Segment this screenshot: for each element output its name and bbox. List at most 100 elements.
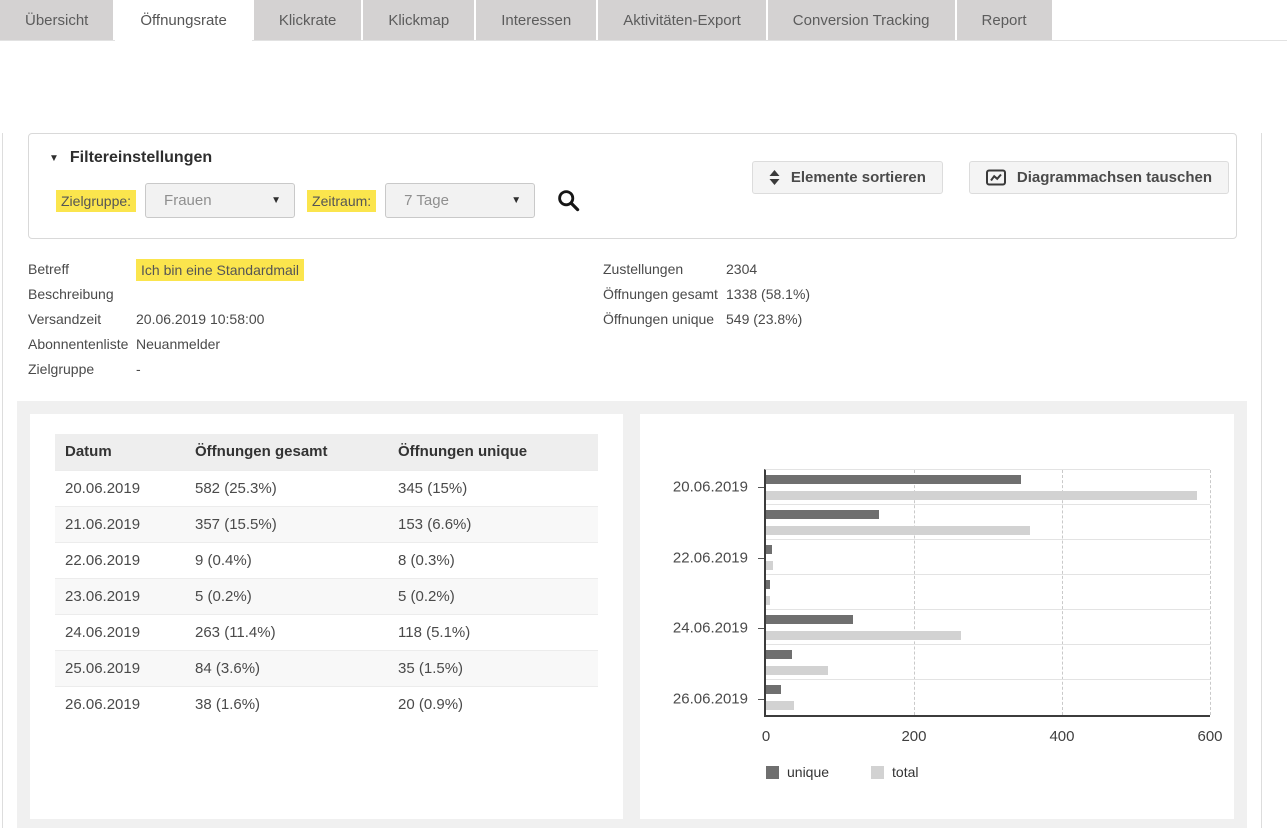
tab-bar: Übersicht Öffnungsrate Klickrate Klickma… (0, 0, 1287, 40)
bar-total (766, 701, 794, 710)
bar-total (766, 631, 961, 640)
y-axis-label: 26.06.2019 (673, 691, 748, 708)
versandzeit-value: 20.06.2019 10:58:00 (136, 307, 264, 332)
search-button[interactable] (557, 189, 580, 212)
unique-swatch-icon (766, 766, 779, 779)
col-datum: Datum (55, 434, 185, 470)
col-oeffnungen-unique: Öffnungen unique (388, 434, 598, 470)
legend-item-unique: unique (766, 764, 829, 780)
search-icon (557, 189, 580, 212)
bar-unique (766, 615, 853, 624)
chevron-down-icon: ▼ (271, 195, 281, 206)
chevron-down-icon: ▼ (511, 195, 521, 206)
bar-group (766, 610, 1210, 645)
zeitraum-select[interactable]: 7 Tage ▼ (385, 183, 535, 218)
y-axis-label: 22.06.2019 (673, 549, 748, 566)
abonnentenliste-value: Neuanmelder (136, 332, 220, 357)
bar-total (766, 596, 770, 605)
legend-unique-label: unique (787, 764, 829, 780)
openings-chart-panel: 20.06.2019 22.06.2019 24.06.2019 26.06.2019… (640, 414, 1234, 819)
bar-group (766, 680, 1210, 715)
bar-group (766, 505, 1210, 540)
collapse-caret-icon: ▼ (49, 153, 59, 164)
zeitraum-filter-label: Zeitraum: (307, 190, 376, 212)
bar-unique (766, 545, 772, 554)
y-axis-label: 24.06.2019 (673, 620, 748, 637)
zielgruppe-detail-label: Zielgruppe (28, 357, 136, 382)
bar-unique (766, 580, 770, 589)
tab-interessen[interactable]: Interessen (476, 0, 596, 40)
zielgruppe-detail-value: - (136, 357, 141, 382)
bar-chart: 20.06.2019 22.06.2019 24.06.2019 26.06.2019 (664, 469, 1210, 717)
x-axis-tick-label: 200 (901, 728, 926, 745)
col-oeffnungen-gesamt: Öffnungen gesamt (185, 434, 388, 470)
bar-total (766, 526, 1030, 535)
oeffnungen-gesamt-value: 1338 (58.1%) (726, 282, 810, 307)
line-chart-icon (986, 169, 1006, 186)
chart-x-axis: 0200400600 (766, 717, 1210, 751)
bar-total (766, 561, 773, 570)
table-row: 23.06.20195 (0.2%)5 (0.2%) (55, 578, 598, 614)
x-axis-tick-label: 400 (1049, 728, 1074, 745)
zustellungen-label: Zustellungen (603, 257, 726, 282)
tab-conversion-tracking[interactable]: Conversion Tracking (768, 0, 955, 40)
tab-aktivitaeten-export[interactable]: Aktivitäten-Export (598, 0, 766, 40)
chart-y-axis: 20.06.2019 22.06.2019 24.06.2019 26.06.2019 (664, 469, 764, 717)
table-row: 25.06.201984 (3.6%)35 (1.5%) (55, 650, 598, 686)
bar-unique (766, 685, 781, 694)
bar-group (766, 470, 1210, 505)
toolbar: Elemente sortieren Diagrammachsen tausch… (752, 161, 1229, 194)
swap-chart-axes-button[interactable]: Diagrammachsen tauschen (969, 161, 1229, 194)
bar-group (766, 540, 1210, 575)
legend-item-total: total (871, 764, 918, 780)
versandzeit-label: Versandzeit (28, 307, 136, 332)
openings-table-panel: Datum Öffnungen gesamt Öffnungen unique … (30, 414, 623, 819)
x-axis-tick-label: 600 (1197, 728, 1222, 745)
table-row: 22.06.20199 (0.4%)8 (0.3%) (55, 542, 598, 578)
openings-table: Datum Öffnungen gesamt Öffnungen unique … (55, 434, 598, 722)
beschreibung-label: Beschreibung (28, 282, 136, 307)
tab-report[interactable]: Report (957, 0, 1052, 40)
zielgruppe-select-value: Frauen (164, 192, 212, 209)
sort-elements-button[interactable]: Elemente sortieren (752, 161, 943, 194)
zielgruppe-select[interactable]: Frauen ▼ (145, 183, 295, 218)
page: Elemente sortieren Diagrammachsen tausch… (2, 133, 1262, 828)
swap-chart-axes-label: Diagrammachsen tauschen (1017, 169, 1212, 186)
mailing-details: Betreff Ich bin eine Standardmail Beschr… (28, 257, 1261, 384)
betreff-label: Betreff (28, 257, 136, 282)
zielgruppe-filter-label: Zielgruppe: (56, 190, 136, 212)
tab-uebersicht[interactable]: Übersicht (0, 0, 113, 40)
tab-klickrate[interactable]: Klickrate (254, 0, 362, 40)
bar-total (766, 666, 828, 675)
chart-plot (764, 469, 1210, 717)
bar-unique (766, 510, 879, 519)
tab-klickmap[interactable]: Klickmap (363, 0, 474, 40)
bar-group (766, 575, 1210, 610)
mailing-stats: Zustellungen 2304 Öffnungen gesamt 1338 … (603, 257, 810, 332)
tab-oeffnungsrate[interactable]: Öffnungsrate (115, 0, 251, 41)
chart-legend: unique total (766, 764, 1210, 780)
legend-total-label: total (892, 764, 918, 780)
zustellungen-value: 2304 (726, 257, 757, 282)
results-section: Datum Öffnungen gesamt Öffnungen unique … (17, 401, 1247, 828)
bar-unique (766, 475, 1021, 484)
bar-unique (766, 650, 792, 659)
zeitraum-select-value: 7 Tage (404, 192, 449, 209)
filter-settings-title: Filtereinstellungen (70, 149, 212, 167)
abonnentenliste-label: Abonnentenliste (28, 332, 136, 357)
y-axis-label: 20.06.2019 (673, 478, 748, 495)
table-header-row: Datum Öffnungen gesamt Öffnungen unique (55, 434, 598, 470)
bar-total (766, 491, 1197, 500)
oeffnungen-unique-label: Öffnungen unique (603, 307, 726, 332)
betreff-value: Ich bin eine Standardmail (136, 259, 304, 281)
oeffnungen-gesamt-label: Öffnungen gesamt (603, 282, 726, 307)
bar-group (766, 645, 1210, 680)
sort-arrows-icon (769, 170, 780, 185)
x-axis-tick-label: 0 (762, 728, 770, 745)
sort-elements-label: Elemente sortieren (791, 169, 926, 186)
total-swatch-icon (871, 766, 884, 779)
table-row: 24.06.2019263 (11.4%)118 (5.1%) (55, 614, 598, 650)
table-row: 20.06.2019582 (25.3%)345 (15%) (55, 470, 598, 506)
gridline (1210, 470, 1211, 715)
oeffnungen-unique-value: 549 (23.8%) (726, 307, 802, 332)
